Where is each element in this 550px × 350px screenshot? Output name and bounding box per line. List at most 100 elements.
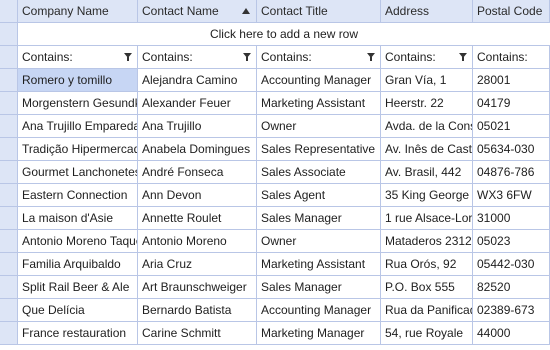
cell-company-name[interactable]: Gourmet Lanchonetes <box>18 161 138 184</box>
cell-postal-code[interactable]: 04876-786 <box>473 161 550 184</box>
filter-cell-company-name[interactable]: Contains: <box>18 46 138 69</box>
cell-company-name[interactable]: Eastern Connection <box>18 184 138 207</box>
cell-company-name[interactable]: Split Rail Beer & Ale <box>18 276 138 299</box>
table-row[interactable]: Split Rail Beer & Ale Art Braunschweiger… <box>0 276 550 299</box>
cell-postal-code[interactable]: WX3 6FW <box>473 184 550 207</box>
cell-address[interactable]: Av. Brasil, 442 <box>381 161 473 184</box>
table-row[interactable]: Eastern Connection Ann Devon Sales Agent… <box>0 184 550 207</box>
table-row[interactable]: La maison d'Asie Annette Roulet Sales Ma… <box>0 207 550 230</box>
cell-address[interactable]: Heerstr. 22 <box>381 92 473 115</box>
cell-contact-title[interactable]: Sales Agent <box>257 184 381 207</box>
column-header-contact-name[interactable]: Contact Name <box>138 0 257 23</box>
cell-contact-title[interactable]: Marketing Assistant <box>257 92 381 115</box>
filter-icon[interactable] <box>243 53 251 61</box>
table-row[interactable]: Familia Arquibaldo Aria Cruz Marketing A… <box>0 253 550 276</box>
cell-contact-title[interactable]: Sales Manager <box>257 207 381 230</box>
cell-postal-code[interactable]: 05442-030 <box>473 253 550 276</box>
cell-postal-code[interactable]: 04179 <box>473 92 550 115</box>
cell-address[interactable]: Rua da Panificadora, 12 <box>381 299 473 322</box>
cell-contact-name[interactable]: Antonio Moreno <box>138 230 257 253</box>
cell-contact-name[interactable]: Art Braunschweiger <box>138 276 257 299</box>
row-indicator[interactable] <box>0 230 18 253</box>
cell-company-name[interactable]: Ana Trujillo Emparedados y helados <box>18 115 138 138</box>
cell-contact-title[interactable]: Marketing Manager <box>257 322 381 345</box>
cell-postal-code[interactable]: 44000 <box>473 322 550 345</box>
filter-icon[interactable] <box>124 53 132 61</box>
cell-postal-code[interactable]: 05021 <box>473 115 550 138</box>
cell-contact-name[interactable]: Carine Schmitt <box>138 322 257 345</box>
cell-contact-title[interactable]: Owner <box>257 230 381 253</box>
cell-company-name[interactable]: Romero y tomillo <box>18 69 138 92</box>
filter-icon[interactable] <box>459 53 467 61</box>
cell-address[interactable]: 1 rue Alsace-Lorraine <box>381 207 473 230</box>
cell-postal-code[interactable]: 05634-030 <box>473 138 550 161</box>
cell-contact-name[interactable]: Anabela Domingues <box>138 138 257 161</box>
cell-company-name[interactable]: Morgenstern Gesundkost <box>18 92 138 115</box>
column-header-contact-title[interactable]: Contact Title <box>257 0 381 23</box>
cell-contact-title[interactable]: Marketing Assistant <box>257 253 381 276</box>
cell-contact-title[interactable]: Sales Representative <box>257 138 381 161</box>
filter-icon[interactable] <box>367 53 375 61</box>
cell-address[interactable]: Av. Inês de Castro, 414 <box>381 138 473 161</box>
cell-company-name[interactable]: La maison d'Asie <box>18 207 138 230</box>
cell-contact-name[interactable]: Alexander Feuer <box>138 92 257 115</box>
table-row[interactable]: Ana Trujillo Emparedados y helados Ana T… <box>0 115 550 138</box>
table-row[interactable]: Romero y tomillo Alejandra Camino Accoun… <box>0 69 550 92</box>
cell-contact-name[interactable]: Ann Devon <box>138 184 257 207</box>
cell-address[interactable]: Avda. de la Constitución 2222 <box>381 115 473 138</box>
table-row[interactable]: Tradição Hipermercados Anabela Domingues… <box>0 138 550 161</box>
cell-address[interactable]: Gran Vía, 1 <box>381 69 473 92</box>
cell-contact-name[interactable]: Annette Roulet <box>138 207 257 230</box>
cell-contact-name[interactable]: André Fonseca <box>138 161 257 184</box>
cell-contact-name[interactable]: Alejandra Camino <box>138 69 257 92</box>
cell-contact-name[interactable]: Bernardo Batista <box>138 299 257 322</box>
row-indicator[interactable] <box>0 253 18 276</box>
cell-company-name[interactable]: Familia Arquibaldo <box>18 253 138 276</box>
filter-cell-contact-title[interactable]: Contains: <box>257 46 381 69</box>
cell-company-name[interactable]: Que Delícia <box>18 299 138 322</box>
cell-postal-code[interactable]: 82520 <box>473 276 550 299</box>
column-header-company-name[interactable]: Company Name <box>18 0 138 23</box>
add-new-row[interactable]: Click here to add a new row <box>0 23 550 46</box>
column-header-address[interactable]: Address <box>381 0 473 23</box>
cell-contact-name[interactable]: Aria Cruz <box>138 253 257 276</box>
cell-contact-name[interactable]: Ana Trujillo <box>138 115 257 138</box>
filter-cell-contact-name[interactable]: Contains: <box>138 46 257 69</box>
row-indicator[interactable] <box>0 161 18 184</box>
cell-postal-code[interactable]: 05023 <box>473 230 550 253</box>
cell-company-name[interactable]: Antonio Moreno Taquería <box>18 230 138 253</box>
add-new-row-label[interactable]: Click here to add a new row <box>18 23 550 46</box>
row-indicator[interactable] <box>0 115 18 138</box>
row-indicator[interactable] <box>0 184 18 207</box>
table-row[interactable]: Gourmet Lanchonetes André Fonseca Sales … <box>0 161 550 184</box>
table-row[interactable]: Antonio Moreno Taquería Antonio Moreno O… <box>0 230 550 253</box>
cell-company-name[interactable]: France restauration <box>18 322 138 345</box>
row-indicator[interactable] <box>0 299 18 322</box>
cell-address[interactable]: 35 King George <box>381 184 473 207</box>
cell-contact-title[interactable]: Accounting Manager <box>257 299 381 322</box>
row-indicator[interactable] <box>0 322 18 345</box>
cell-address[interactable]: Rua Orós, 92 <box>381 253 473 276</box>
row-indicator[interactable] <box>0 276 18 299</box>
data-grid[interactable]: Company Name Contact Name Contact Title … <box>0 0 550 350</box>
cell-contact-title[interactable]: Sales Associate <box>257 161 381 184</box>
row-indicator[interactable] <box>0 92 18 115</box>
cell-postal-code[interactable]: 31000 <box>473 207 550 230</box>
table-row[interactable]: Morgenstern Gesundkost Alexander Feuer M… <box>0 92 550 115</box>
cell-company-name[interactable]: Tradição Hipermercados <box>18 138 138 161</box>
cell-address[interactable]: 54, rue Royale <box>381 322 473 345</box>
table-row[interactable]: Que Delícia Bernardo Batista Accounting … <box>0 299 550 322</box>
cell-address[interactable]: P.O. Box 555 <box>381 276 473 299</box>
row-indicator[interactable] <box>0 207 18 230</box>
row-indicator[interactable] <box>0 69 18 92</box>
cell-contact-title[interactable]: Accounting Manager <box>257 69 381 92</box>
filter-cell-address[interactable]: Contains: <box>381 46 473 69</box>
column-header-postal-code[interactable]: Postal Code <box>473 0 550 23</box>
cell-postal-code[interactable]: 28001 <box>473 69 550 92</box>
row-indicator[interactable] <box>0 138 18 161</box>
cell-address[interactable]: Mataderos 2312 <box>381 230 473 253</box>
cell-contact-title[interactable]: Owner <box>257 115 381 138</box>
cell-postal-code[interactable]: 02389-673 <box>473 299 550 322</box>
cell-contact-title[interactable]: Sales Manager <box>257 276 381 299</box>
filter-cell-postal-code[interactable]: Contains: <box>473 46 550 69</box>
